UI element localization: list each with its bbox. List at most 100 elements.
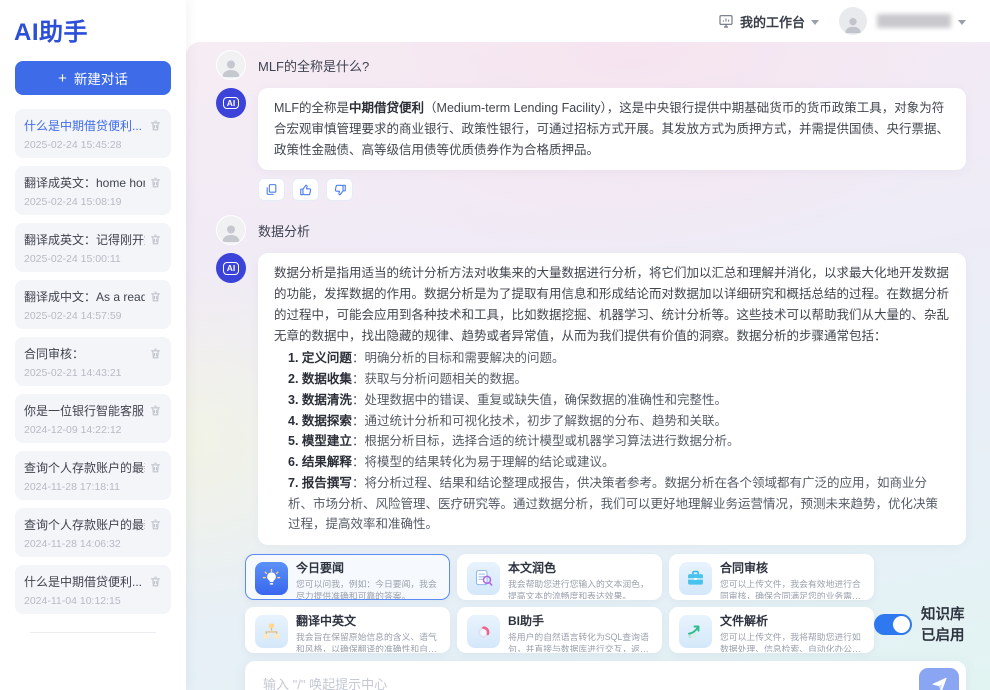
history-item-8[interactable]: 什么是中期借贷便利... 2024-11-04 10:12:15 [15,565,171,614]
top-bar: 我的工作台 [186,0,990,42]
monitor-icon [718,13,734,29]
card-text-polish[interactable]: 本文润色 我会帮助您进行您输入的文本润色，提高文本的流畅度和表达效果。 [457,554,662,600]
card-desc: 您可以上传文件，我将帮助您进行如数据处理、信息检索、自动化办公等。 [720,631,864,653]
user-message-text: MLF的全称是什么? [258,56,369,75]
app-logo: AI助手 [0,8,186,59]
trash-icon[interactable] [149,404,162,417]
card-bi-assistant[interactable]: BI助手 将用户的自然语言转化为SQL查询语句，并直接与数据库进行交互，返回智能… [457,607,662,653]
card-contract-review[interactable]: 合同审核 您可以上传文件，我会有效地进行合同审核，确保合同满足您的业务需求。 [669,554,874,600]
card-title: 合同审核 [720,561,864,576]
history-item-2[interactable]: 翻译成英文：记得刚开始... 2025-02-24 15:00:11 [15,223,171,272]
knowledge-base-toggle[interactable] [874,614,912,635]
trash-icon[interactable] [149,347,162,360]
card-translate[interactable]: 翻译中英文 我会旨在保留原始信息的含义、语气和风格，以确保翻译的准确性和自然流畅… [245,607,450,653]
card-title: 翻译中英文 [296,614,440,629]
history-item-6[interactable]: 查询个人存款账户的最新... 2024-11-28 17:18:11 [15,451,171,500]
ai-message-bubble: MLF的全称是中期借贷便利（Medium-term Lending Facili… [258,88,966,170]
trash-icon[interactable] [149,176,162,189]
quick-action-cards: 今日要闻 您可以问我，例如：今日要闻，我会尽力提供准确和可靠的答案。 本文润色 … [245,554,874,653]
conversation-time: 2025-02-21 14:43:21 [24,367,162,379]
ai-message-bubble: 数据分析是指用适当的统计分析方法对收集来的大量数据进行分析，将它们加以汇总和理解… [258,253,966,545]
conversation-title: 翻译成中文：As a reader... [24,288,145,305]
analysis-step: 5. 模型建立：根据分析目标，选择合适的统计模型或机器学习算法进行数据分析。 [288,431,950,452]
new-chat-button[interactable]: + 新建对话 [15,61,171,95]
user-avatar [216,215,246,245]
trash-icon[interactable] [149,290,162,303]
history-item-7[interactable]: 查询个人存款账户的最新... 2024-11-28 14:06:32 [15,508,171,557]
history-item-1[interactable]: 翻译成英文：home home 2025-02-24 15:08:19 [15,166,171,215]
card-desc: 我会旨在保留原始信息的含义、语气和风格，以确保翻译的准确性和自然流畅。 [296,631,440,653]
conversation-title: 什么是中期借贷便利... [24,573,142,590]
thumbs-up-button[interactable] [292,178,319,201]
account-menu[interactable] [877,14,966,28]
plus-icon: + [58,70,67,87]
user-message-row: MLF的全称是什么? [216,50,966,80]
conversation-time: 2024-11-28 17:18:11 [24,481,162,493]
card-title: 文件解析 [720,614,864,629]
trash-icon[interactable] [149,119,162,132]
chat-area: MLF的全称是什么? AI MLF的全称是中期借贷便利（Medium-term … [186,42,990,690]
history-item-0[interactable]: 什么是中期借贷便利... 2025-02-24 15:45:28 [15,109,171,158]
pie-chart-icon [467,615,500,648]
trash-icon[interactable] [149,575,162,588]
conversation-time: 2024-11-04 10:12:15 [24,595,162,607]
conversation-title: 查询个人存款账户的最新... [24,516,145,533]
history-item-4[interactable]: 合同审核： 2025-02-21 14:43:21 [15,337,171,386]
new-chat-label: 新建对话 [74,68,128,88]
conversation-time: 2025-02-24 15:00:11 [24,253,162,265]
ai-avatar: AI [216,253,246,283]
conversation-title: 合同审核： [24,345,84,362]
trash-icon[interactable] [149,518,162,531]
conversation-time: 2024-12-09 14:22:12 [24,424,162,436]
card-file-parse[interactable]: 文件解析 您可以上传文件，我将帮助您进行如数据处理、信息检索、自动化办公等。 [669,607,874,653]
card-desc: 您可以问我，例如：今日要闻，我会尽力提供准确和可靠的答案。 [296,578,440,600]
trash-icon[interactable] [149,233,162,246]
conversation-title: 你是一位银行智能客服，... [24,402,145,419]
ai-message-row: AI 数据分析是指用适当的统计分析方法对收集来的大量数据进行分析，将它们加以汇总… [216,253,966,545]
analysis-intro: 数据分析是指用适当的统计分析方法对收集来的大量数据进行分析，将它们加以汇总和理解… [274,263,950,346]
send-button[interactable] [919,668,959,690]
person-icon [842,13,864,35]
divider [30,632,156,633]
toggle-knob [893,616,910,633]
trash-icon[interactable] [149,461,162,474]
conversation-title: 翻译成英文：记得刚开始... [24,231,145,248]
thumbs-down-icon [333,183,347,197]
message-input[interactable] [261,676,919,690]
chevron-down-icon [811,20,819,25]
thumbs-up-icon [299,183,313,197]
trend-arrow-icon [679,615,712,648]
analysis-step: 2. 数据收集：获取与分析问题相关的数据。 [288,369,950,390]
copy-button[interactable] [258,178,285,201]
thumbs-down-button[interactable] [326,178,353,201]
copy-icon [265,183,278,196]
history-item-3[interactable]: 翻译成中文：As a reader... 2025-02-24 14:57:59 [15,280,171,329]
main-area: 我的工作台 MLF的全称是什么? AI MLF的全称是中期借贷便利（Medium… [186,0,990,690]
message-composer [245,661,966,690]
conversation-time: 2025-02-24 14:57:59 [24,310,162,322]
knowledge-base-control: 知识库已启用 [874,603,966,645]
card-daily-news[interactable]: 今日要闻 您可以问我，例如：今日要闻，我会尽力提供准确和可靠的答案。 [245,554,450,600]
workspace-label: 我的工作台 [740,12,805,31]
card-title: 今日要闻 [296,561,440,576]
username-redacted [877,14,951,28]
ai-avatar: AI [216,88,246,118]
conversation-title: 什么是中期借贷便利... [24,117,142,134]
ai-badge: AI [223,262,240,275]
message-actions [258,178,966,201]
polish-icon [467,562,500,595]
card-title: BI助手 [508,614,652,629]
user-avatar[interactable] [839,7,867,35]
conversation-time: 2025-02-24 15:45:28 [24,139,162,151]
conversation-title: 翻译成英文：home home [24,174,145,191]
card-title: 本文润色 [508,561,652,576]
bulb-icon [255,562,288,595]
ai-message-row: AI MLF的全称是中期借贷便利（Medium-term Lending Fac… [216,88,966,170]
workspace-menu[interactable]: 我的工作台 [718,12,819,31]
briefcase-icon [679,562,712,595]
chevron-down-icon [958,20,966,25]
highlighted-term: 中期借贷便利 [349,101,424,115]
analysis-step: 4. 数据探索：通过统计分析和可视化技术，初步了解数据的分布、趋势和关联。 [288,411,950,432]
paper-plane-icon [931,676,948,690]
history-item-5[interactable]: 你是一位银行智能客服，... 2024-12-09 14:22:12 [15,394,171,443]
